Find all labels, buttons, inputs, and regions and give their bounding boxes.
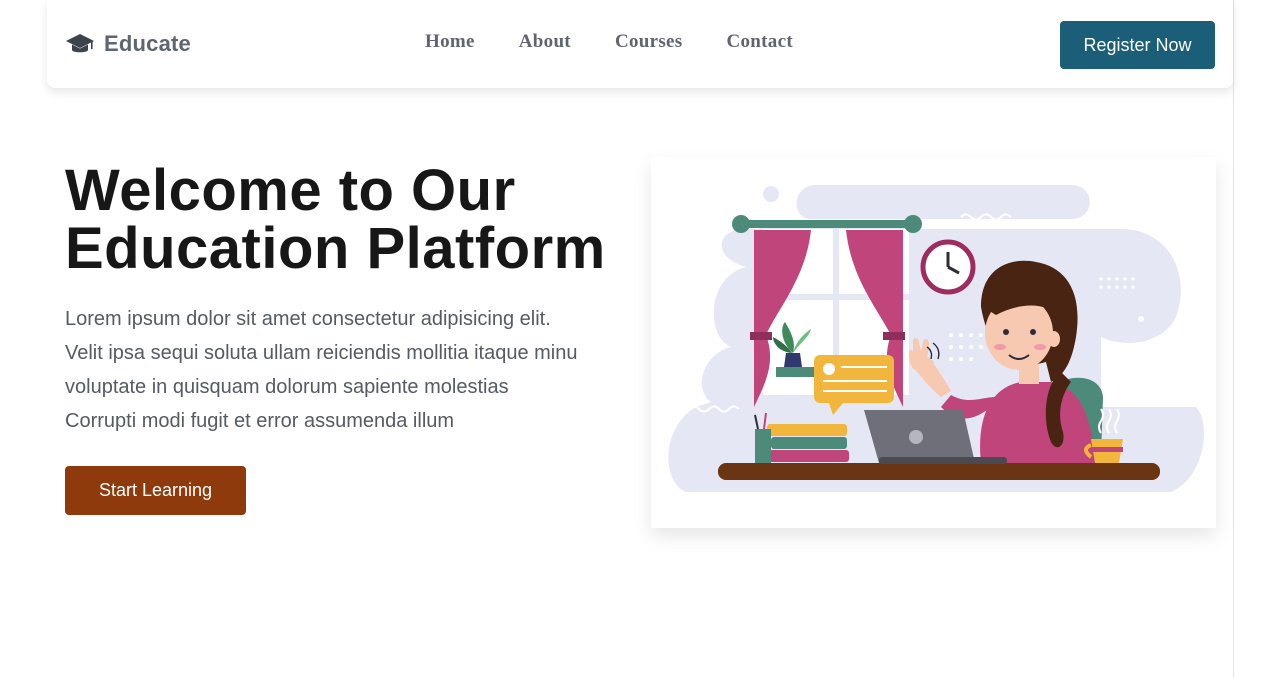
start-learning-button[interactable]: Start Learning	[65, 466, 246, 515]
navbar: Educate Home About Courses Contact Regis…	[47, 0, 1233, 88]
hero-title-line-2: Education Platform	[65, 216, 606, 281]
hero-description-line: Corrupti modi fugit et error assumenda i…	[65, 410, 455, 432]
hero-description: Lorem ipsum dolor sit amet consectetur a…	[65, 302, 640, 438]
nav-link-about[interactable]: About	[519, 31, 571, 53]
hero-title-line-1: Welcome to Our	[65, 158, 516, 223]
nav-link-courses[interactable]: Courses	[615, 31, 683, 53]
clock-icon	[920, 239, 976, 295]
nav-link-home[interactable]: Home	[425, 31, 475, 53]
graduation-cap-icon	[66, 34, 94, 53]
hero-description-line: Lorem ipsum dolor sit amet consectetur a…	[65, 308, 551, 330]
nav-links: Home About Courses Contact	[425, 31, 793, 53]
hero-illustration-card	[651, 157, 1216, 528]
desk	[718, 463, 1160, 480]
brand-name: Educate	[104, 31, 191, 56]
online-learning-illustration	[668, 185, 1204, 492]
hero-title: Welcome to Our Education Platform	[65, 162, 635, 278]
brand-logo[interactable]: Educate	[65, 31, 191, 57]
hero-description-line: Velit ipsa sequi soluta ullam reiciendis…	[65, 342, 578, 364]
register-now-button[interactable]: Register Now	[1060, 21, 1215, 69]
page-edge-line	[1233, 0, 1234, 678]
nav-link-contact[interactable]: Contact	[726, 31, 792, 53]
hero-description-line: voluptate in quisquam dolorum sapiente m…	[65, 376, 509, 398]
